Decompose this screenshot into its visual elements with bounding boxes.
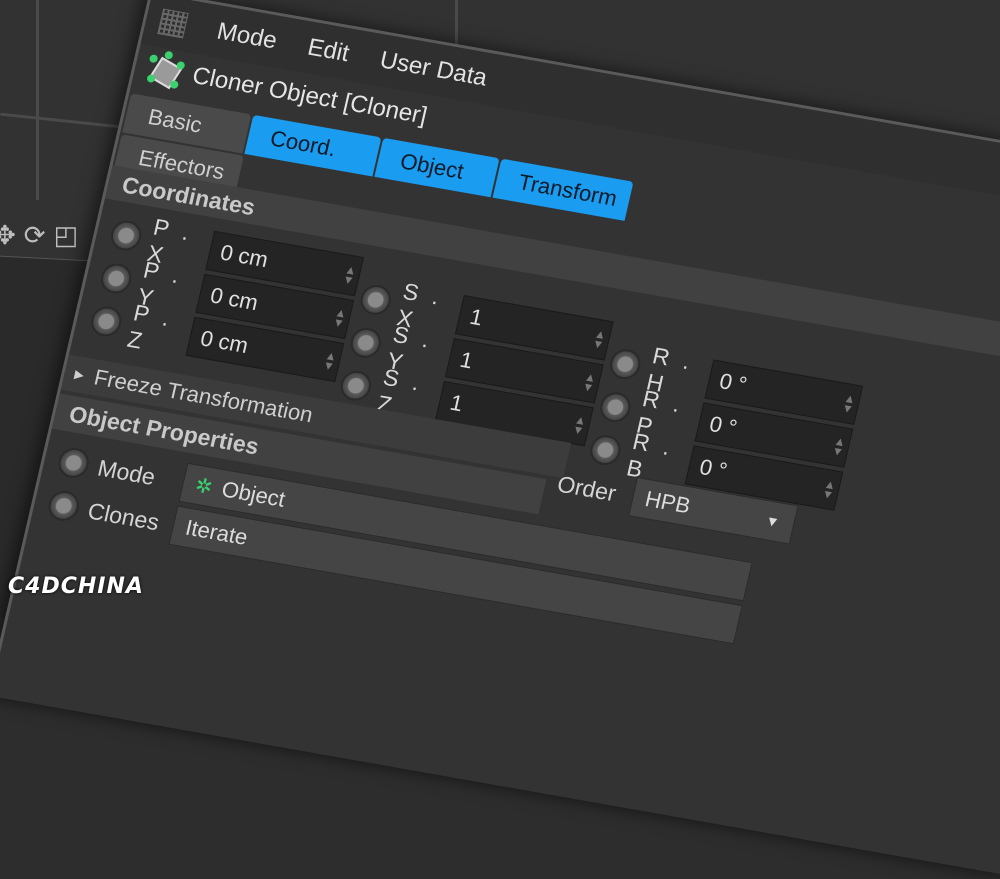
animate-radio-icon[interactable] — [98, 261, 135, 296]
px-value: 0 cm — [217, 239, 271, 273]
sx-value: 1 — [467, 303, 486, 331]
animate-radio-icon[interactable] — [107, 218, 145, 253]
mode-label: Mode — [95, 454, 158, 490]
animate-radio-icon[interactable] — [587, 432, 624, 468]
animate-radio-icon[interactable] — [597, 389, 634, 425]
stepper-icon[interactable]: ▲ ▼ — [339, 262, 361, 287]
watermark-logo: C4DCHINA — [8, 574, 144, 599]
rp-value: 0 ° — [707, 411, 740, 441]
move-icon[interactable]: ✥ — [0, 220, 16, 251]
animate-radio-icon[interactable] — [45, 488, 82, 524]
menu-mode[interactable]: Mode — [214, 18, 279, 56]
stepper-icon[interactable]: ▲ ▼ — [319, 348, 341, 373]
cloner-small-icon: ✲ — [193, 474, 215, 499]
stepper-icon[interactable]: ▲ ▼ — [329, 305, 351, 330]
rh-value: 0 ° — [717, 368, 750, 398]
expand-triangle-icon[interactable]: ▶ — [71, 356, 88, 393]
animate-radio-icon[interactable] — [347, 325, 384, 361]
clones-label: Clones — [85, 497, 162, 535]
stepper-icon[interactable]: ▲ ▼ — [588, 327, 610, 352]
stepper-icon[interactable]: ▲ ▼ — [818, 477, 840, 502]
dropdown-caret-icon: ▼ — [763, 512, 782, 531]
sy-value: 1 — [457, 346, 476, 374]
cloner-icon — [143, 50, 187, 91]
py-value: 0 cm — [208, 282, 261, 316]
menu-edit[interactable]: Edit — [305, 34, 352, 69]
stepper-icon[interactable]: ▲ ▼ — [828, 434, 850, 459]
order-value: HPB — [642, 486, 693, 519]
animate-radio-icon[interactable] — [337, 368, 375, 403]
clones-value: Iterate — [183, 514, 251, 550]
animate-radio-icon[interactable] — [55, 445, 92, 481]
rotate-icon[interactable]: ⟳ — [24, 220, 46, 251]
pz-value: 0 cm — [198, 325, 251, 359]
stepper-icon[interactable]: ▲ ▼ — [578, 370, 600, 395]
animate-radio-icon[interactable] — [357, 282, 394, 318]
viewport-toolbar: ✥ ⟳ ◰ — [0, 212, 84, 258]
order-label: Order — [554, 470, 619, 506]
maximize-icon[interactable]: ◰ — [54, 220, 79, 251]
sz-value: 1 — [447, 389, 466, 417]
grip-icon[interactable] — [157, 8, 189, 39]
viewport-grid-line — [36, 0, 39, 200]
animate-radio-icon[interactable] — [607, 346, 644, 382]
stepper-icon[interactable]: ▲ ▼ — [568, 412, 590, 437]
animate-radio-icon[interactable] — [88, 304, 125, 339]
menu-user-data[interactable]: User Data — [377, 46, 489, 92]
stepper-icon[interactable]: ▲ ▼ — [838, 391, 860, 416]
rb-value: 0 ° — [697, 454, 730, 484]
attribute-manager: Mode Edit User Data Cloner Object [Clone… — [0, 0, 1000, 877]
mode-value: Object — [219, 476, 288, 512]
